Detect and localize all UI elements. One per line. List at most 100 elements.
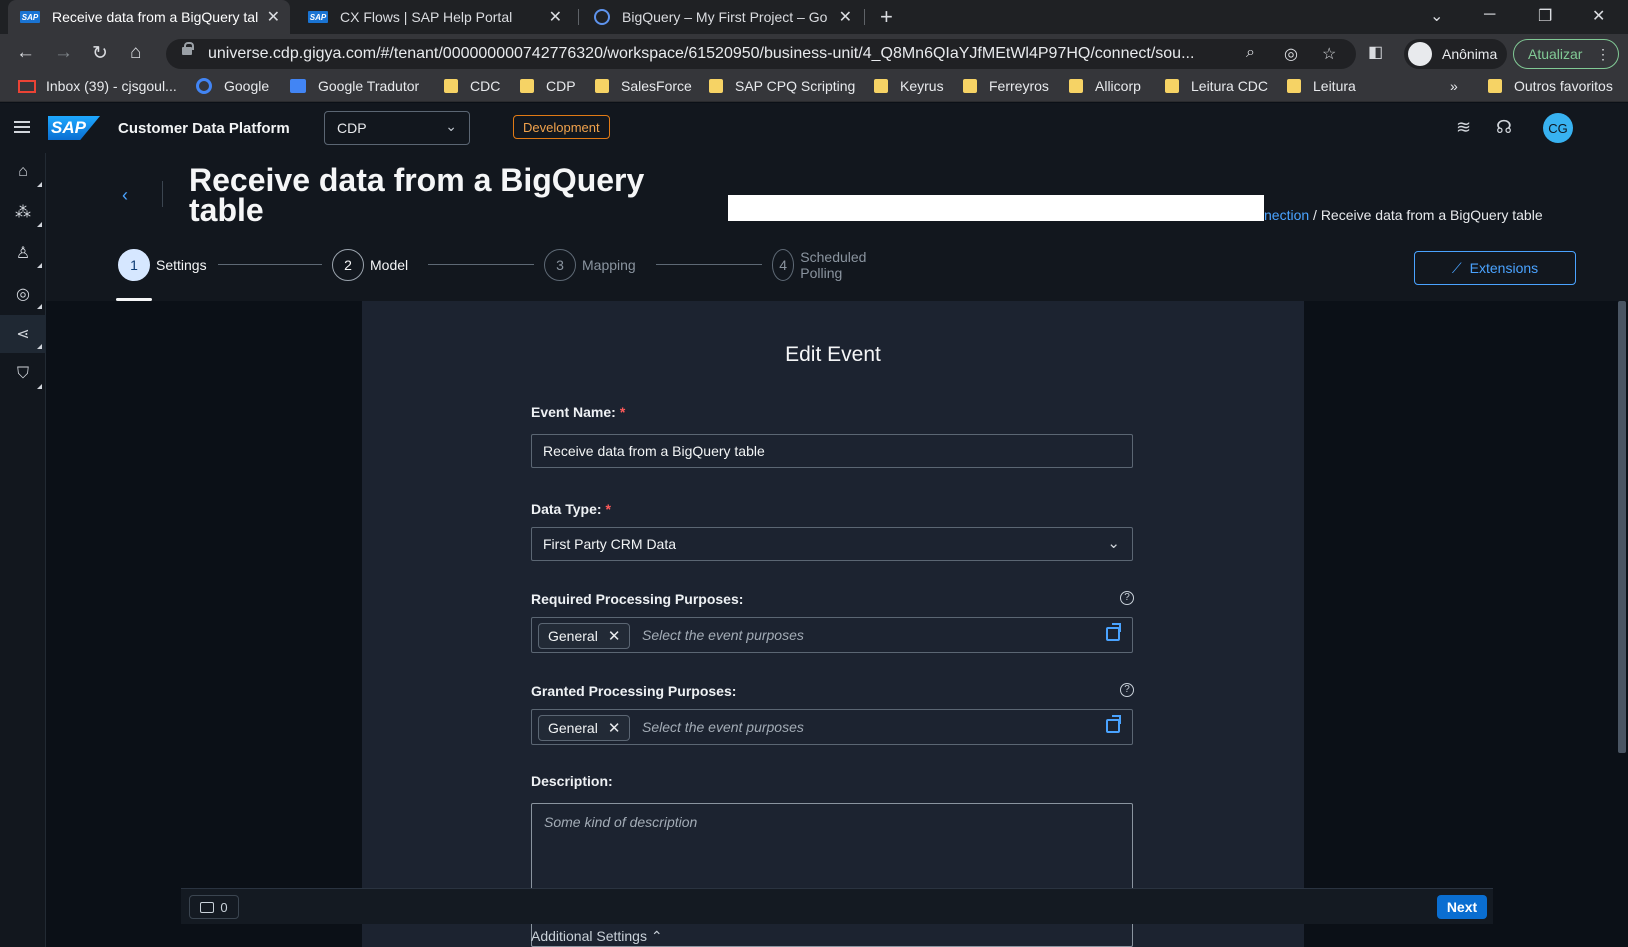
granted-purposes-input[interactable]: General ✕ Select the event purposes	[531, 709, 1133, 745]
tenant-value: CDP	[337, 120, 367, 136]
bookmark-sap-cpq[interactable]: SAP CPQ Scripting	[709, 78, 855, 94]
update-button[interactable]: Atualizar ⋮	[1513, 39, 1619, 69]
folder-icon	[963, 79, 977, 93]
page-scrollbar[interactable]	[1616, 301, 1628, 947]
eye-off-icon[interactable]: ◎	[1284, 44, 1298, 64]
home-icon: ⌂	[18, 163, 28, 180]
edit-event-panel: Edit Event Event Name: * Receive data fro…	[362, 301, 1304, 947]
zoom-icon[interactable]: ⌕	[1246, 44, 1255, 62]
bookmark-leitura[interactable]: Leitura	[1287, 78, 1356, 94]
bookmark-google-tradutor[interactable]: Google Tradutor	[290, 78, 419, 94]
expand-corner-icon	[37, 304, 42, 309]
description-textarea[interactable]: Some kind of description	[531, 803, 1133, 947]
remove-token-icon[interactable]: ✕	[608, 627, 621, 645]
side-navigation: ⌂ ⁂ ♙ ◎ ⋖ ⛉	[0, 153, 46, 947]
help-icon[interactable]: ?	[1120, 683, 1134, 697]
bookmark-label: Leitura	[1313, 78, 1356, 94]
step-mapping[interactable]: 3 Mapping	[544, 249, 636, 281]
additional-settings-toggle[interactable]: Additional Settings ⌃	[531, 928, 663, 945]
incognito-profile[interactable]: Anônima	[1404, 39, 1508, 69]
bookmark-label: SAP CPQ Scripting	[735, 78, 856, 94]
required-purposes-input[interactable]: General ✕ Select the event purposes	[531, 617, 1133, 653]
value-help-icon[interactable]	[1106, 715, 1121, 733]
description-placeholder: Some kind of description	[544, 814, 698, 830]
minimize-icon[interactable]: ─	[1484, 6, 1495, 24]
close-tab-icon[interactable]: ✕	[549, 7, 562, 27]
close-tab-icon[interactable]: ✕	[839, 7, 852, 27]
home-icon[interactable]: ⌂	[130, 42, 141, 64]
bookmark-outros-favoritos[interactable]: Outros favoritos	[1488, 78, 1613, 94]
scrollbar-thumb[interactable]	[1618, 301, 1626, 753]
bookmark-gmail[interactable]: Inbox (39) - cjsgoul...	[18, 78, 177, 94]
address-bar[interactable]: universe.cdp.gigya.com/#/tenant/00000000…	[166, 39, 1356, 69]
restore-icon[interactable]: ❐	[1538, 6, 1552, 26]
nav-customers[interactable]: ♙	[0, 234, 46, 272]
nav-privacy[interactable]: ⛉	[0, 355, 46, 393]
value-help-icon[interactable]	[1106, 623, 1121, 641]
bookmark-cdc[interactable]: CDC	[444, 78, 500, 94]
lock-icon	[182, 42, 194, 55]
tab-search-chevron-icon[interactable]: ⌄	[1430, 6, 1443, 26]
folder-icon	[444, 79, 458, 93]
extensions-button[interactable]: ⟋ Extensions	[1414, 251, 1576, 285]
forward-arrow-icon[interactable]: →	[54, 42, 73, 64]
headset-support-icon[interactable]: ☊	[1496, 117, 1512, 138]
close-window-icon[interactable]: ✕	[1592, 6, 1605, 26]
kebab-menu-icon[interactable]: ⋮	[1596, 46, 1610, 63]
bookmark-keyrus[interactable]: Keyrus	[874, 78, 944, 94]
token-label: General	[548, 628, 598, 644]
gmail-icon	[18, 79, 36, 93]
browser-tab[interactable]: BigQuery – My First Project – Go ✕	[582, 0, 862, 34]
bookmark-label: Allicorp	[1095, 78, 1141, 94]
step-number: 2	[332, 249, 364, 281]
nav-targeting[interactable]: ◎	[0, 275, 46, 313]
remove-token-icon[interactable]: ✕	[608, 719, 621, 737]
nav-home[interactable]: ⌂	[0, 153, 46, 191]
step-number: 4	[772, 249, 795, 281]
browser-tab-active[interactable]: SAP Receive data from a BigQuery tal ✕	[8, 0, 290, 34]
next-button[interactable]: Next	[1437, 895, 1487, 919]
message-count: 0	[220, 899, 228, 915]
close-tab-icon[interactable]: ✕	[267, 7, 280, 27]
event-name-input[interactable]: Receive data from a BigQuery table	[531, 434, 1133, 468]
side-panel-icon[interactable]: ◧	[1368, 42, 1383, 62]
tenant-select[interactable]: CDP ⌄	[324, 111, 470, 145]
bookmark-cdp[interactable]: CDP	[520, 78, 576, 94]
star-icon[interactable]: ☆	[1322, 44, 1336, 64]
messages-button[interactable]: 0	[189, 895, 239, 919]
content-right-gutter	[1304, 301, 1616, 947]
step-connector	[218, 264, 322, 265]
expand-corner-icon	[37, 384, 42, 389]
token-label: General	[548, 720, 598, 736]
breadcrumb-current: / Receive data from a BigQuery table	[1309, 207, 1543, 223]
nav-connect[interactable]: ⋖	[0, 315, 46, 353]
bookmark-ferreyros[interactable]: Ferreyros	[963, 78, 1049, 94]
step-settings[interactable]: 1 Settings	[118, 249, 207, 281]
back-chevron-icon[interactable]: ‹	[122, 185, 128, 206]
layers-icon[interactable]: ≋	[1456, 117, 1471, 138]
folder-icon	[595, 79, 609, 93]
step-scheduled-polling[interactable]: 4 Scheduled Polling	[772, 249, 876, 281]
required-purposes-label: Required Processing Purposes:	[531, 591, 744, 607]
user-avatar[interactable]: CG	[1543, 113, 1573, 143]
bookmark-leitura-cdc[interactable]: Leitura CDC	[1165, 78, 1268, 94]
back-arrow-icon[interactable]: ←	[16, 42, 35, 64]
bookmark-allicorp[interactable]: Allicorp	[1069, 78, 1141, 94]
bookmark-salesforce[interactable]: SalesForce	[595, 78, 692, 94]
nav-network[interactable]: ⁂	[0, 193, 46, 231]
bookmark-google[interactable]: Google	[196, 78, 269, 94]
hamburger-menu-icon[interactable]	[14, 121, 30, 133]
step-number: 3	[544, 249, 576, 281]
step-label: Model	[370, 257, 409, 273]
redacted-region	[728, 195, 1264, 221]
breadcrumb-link[interactable]: nection	[1264, 207, 1309, 223]
new-tab-icon[interactable]: +	[880, 4, 893, 30]
data-type-select[interactable]: First Party CRM Data ⌄	[531, 527, 1133, 561]
reload-icon[interactable]: ↻	[92, 42, 108, 65]
bookmarks-overflow[interactable]: »	[1450, 78, 1458, 94]
help-icon[interactable]: ?	[1120, 591, 1134, 605]
step-model[interactable]: 2 Model	[332, 249, 408, 281]
browser-tab[interactable]: SAP CX Flows | SAP Help Portal ✕	[296, 0, 572, 34]
content-left-gutter	[46, 301, 362, 947]
translate-icon	[290, 79, 306, 93]
